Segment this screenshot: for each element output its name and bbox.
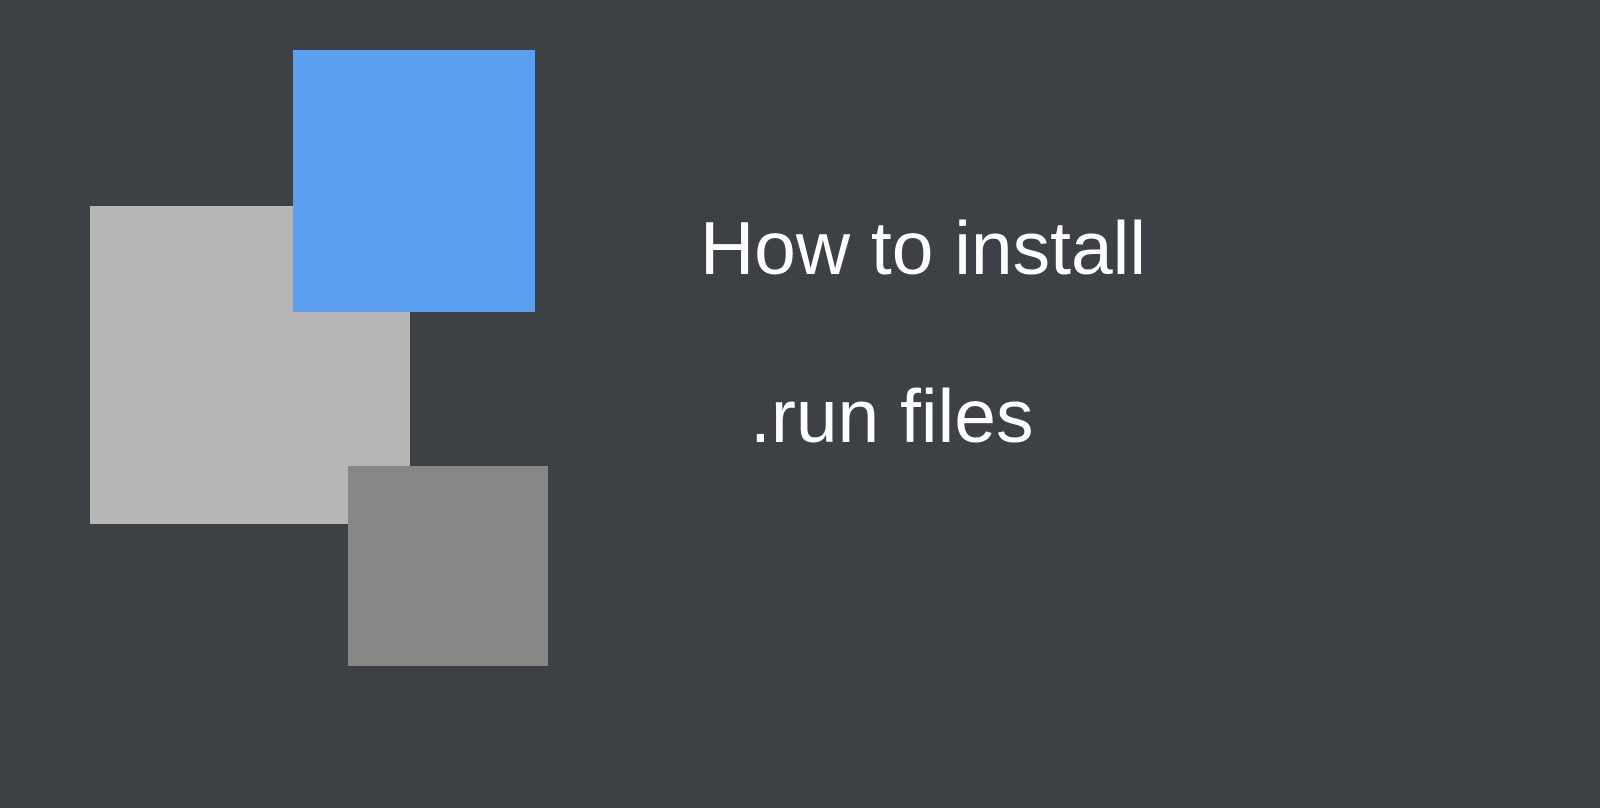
- decorative-square-blue: [293, 50, 535, 312]
- decorative-square-dark: [348, 466, 548, 666]
- slide-canvas: How to install .run files: [0, 0, 1600, 808]
- title-container: How to install .run files: [700, 200, 1146, 465]
- title-line-1: How to install: [700, 200, 1146, 298]
- title-line-2: .run files: [750, 368, 1146, 466]
